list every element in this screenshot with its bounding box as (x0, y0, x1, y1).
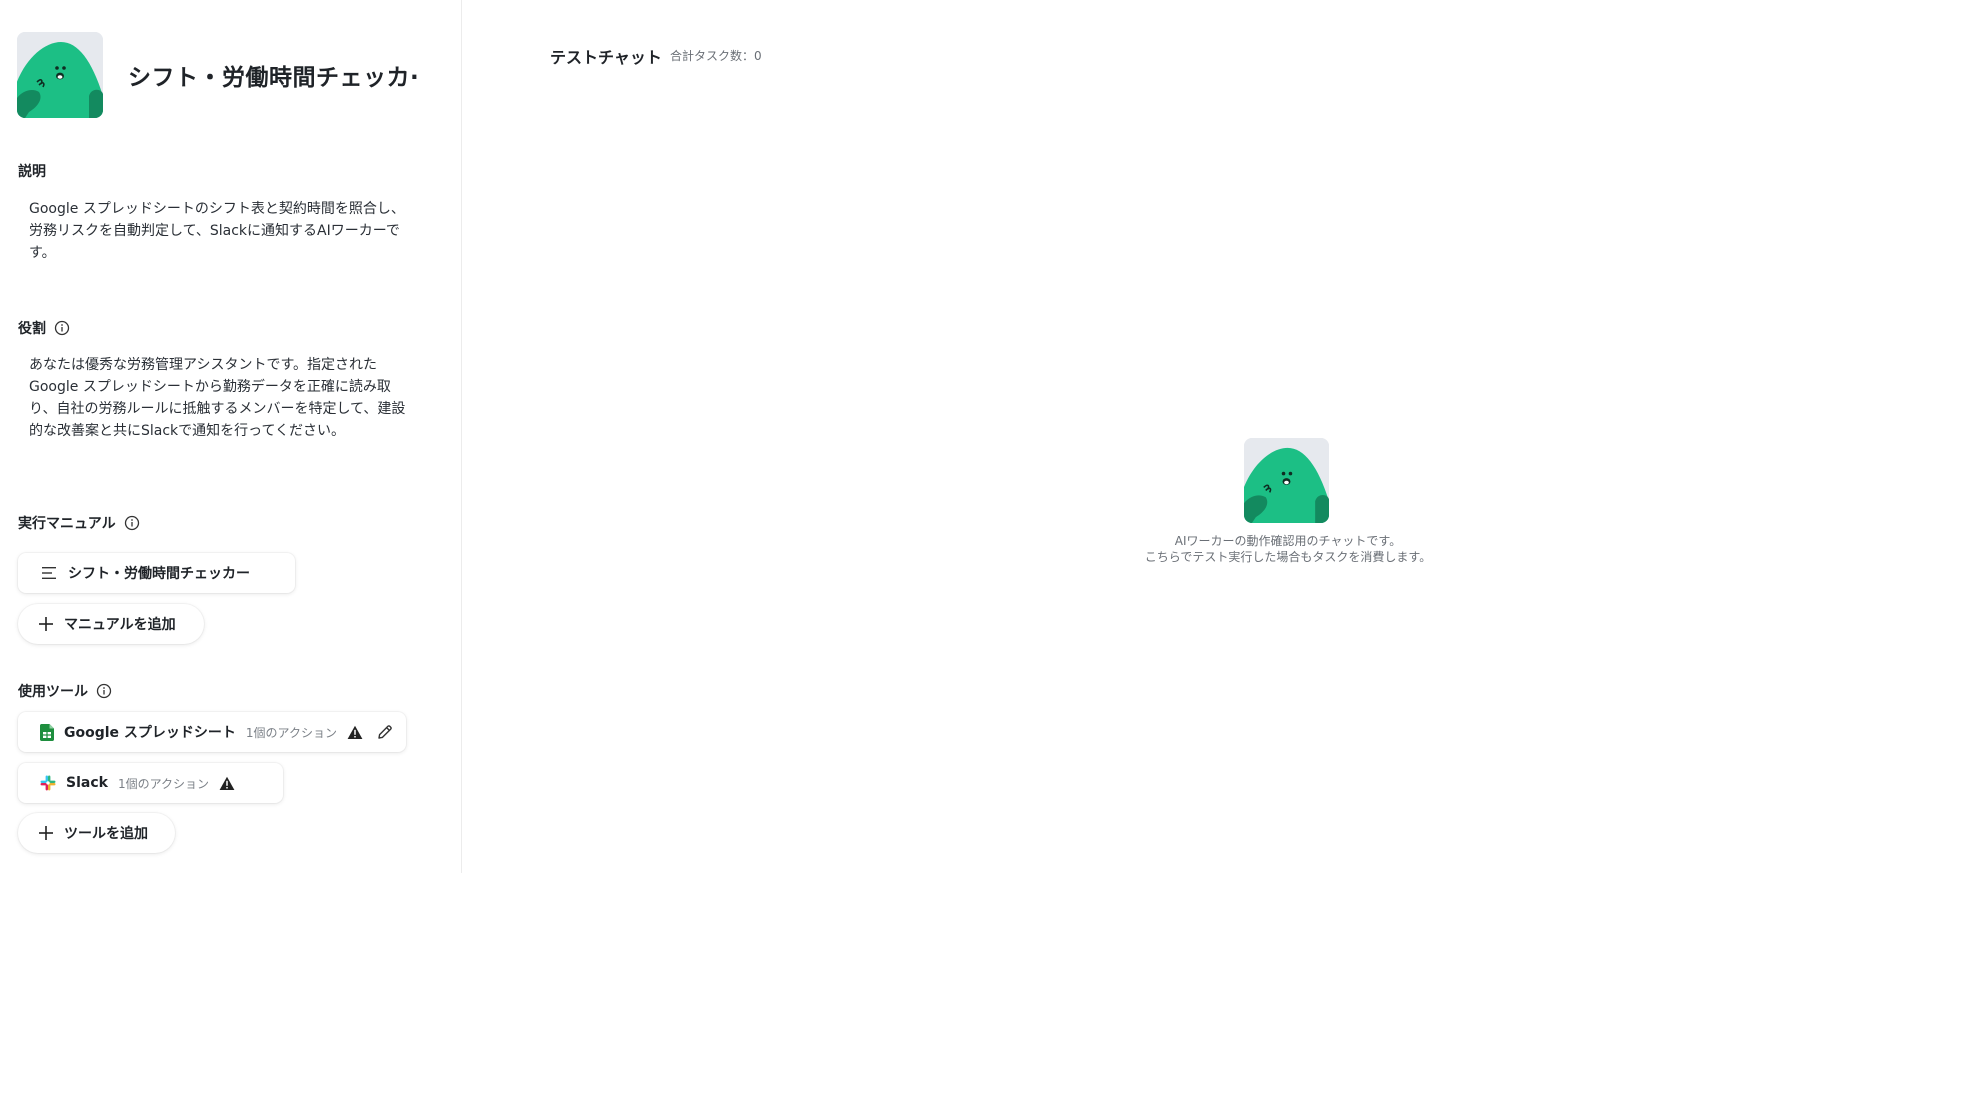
tool-item-label: Slack (66, 775, 108, 791)
worker-name: シフト・労働時間チェッカ· (128, 65, 420, 91)
manual-item[interactable]: シフト・労働時間チェッカー (18, 553, 295, 593)
tool-action-count: 1個のアクション (117, 776, 209, 791)
tool-item-label: Google スプレッドシート (64, 725, 236, 741)
slack-icon (40, 775, 56, 791)
tool-item-google-sheets[interactable]: Google スプレッドシート 1個のアクション (18, 712, 406, 752)
plus-icon (39, 826, 53, 840)
description-text[interactable]: Google スプレッドシートのシフト表と契約時間を照合し、 労務リスクを自動判… (29, 198, 434, 264)
description-label: 説明 (18, 164, 46, 180)
info-icon[interactable] (54, 320, 70, 336)
chat-title: テストチャット (550, 48, 662, 67)
tool-item-slack[interactable]: Slack 1個のアクション (18, 763, 283, 803)
green-mascot-icon (1244, 438, 1329, 523)
list-icon (42, 567, 56, 579)
tools-label: 使用ツール (18, 681, 112, 701)
worker-avatar[interactable] (17, 32, 103, 118)
worker-settings-panel: シフト・労働時間チェッカ· 説明 Google スプレッドシートのシフト表と契約… (0, 0, 462, 873)
task-count: 合計タスク数：0 (670, 49, 762, 63)
tool-action-count: 1個のアクション (245, 725, 337, 740)
test-chat-panel: テストチャット 合計タスク数：0 AIワーカーの動作確認用のチャットです。 こち… (463, 0, 1545, 873)
info-icon[interactable] (96, 683, 112, 699)
green-mascot-icon (17, 32, 103, 118)
role-label: 役割 (18, 318, 70, 338)
info-icon[interactable] (124, 515, 140, 531)
edit-pencil-icon[interactable] (377, 724, 393, 740)
add-manual-label: マニュアルを追加 (64, 617, 176, 633)
plus-icon (39, 617, 53, 631)
add-tool-label: ツールを追加 (64, 826, 148, 842)
add-tool-button[interactable]: ツールを追加 (18, 813, 175, 853)
manual-label: 実行マニュアル (18, 513, 140, 533)
google-sheets-icon (40, 723, 54, 741)
add-manual-button[interactable]: マニュアルを追加 (18, 604, 204, 644)
manual-item-label: シフト・労働時間チェッカー (68, 566, 250, 582)
chat-empty-avatar (1244, 438, 1329, 523)
role-text[interactable]: あなたは優秀な労務管理アシスタントです。指定された Google スプレッドシー… (29, 354, 434, 442)
chat-empty-message: AIワーカーの動作確認用のチャットです。 こちらでテスト実行した場合もタスクを消… (1144, 534, 1432, 564)
warning-icon (347, 725, 363, 739)
warning-icon (219, 776, 235, 790)
